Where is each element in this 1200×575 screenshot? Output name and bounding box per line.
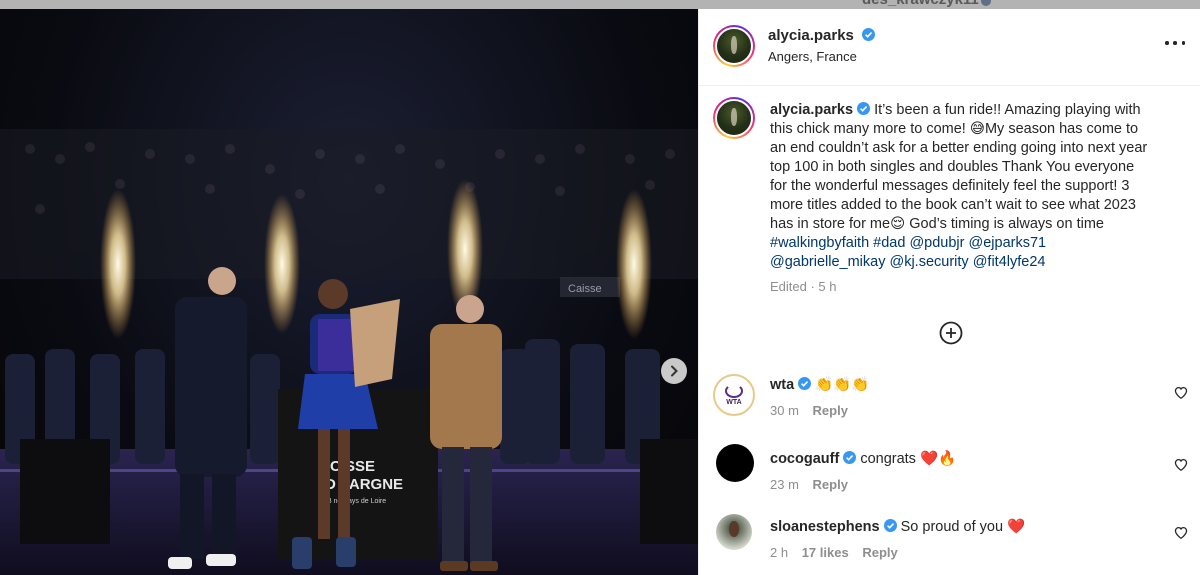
commenter-username[interactable]: wta (770, 377, 794, 393)
post-photo: Caisse C SSE D PARGNE B ne Pays de Loire (0, 9, 698, 575)
photo-scene: Caisse C SSE D PARGNE B ne Pays de Loire (0, 129, 698, 575)
heart-icon[interactable] (1174, 526, 1188, 540)
commenter-username[interactable]: sloanestephens (770, 519, 880, 535)
background-username: des_krawczyk11 (862, 0, 979, 8)
comment-text: 👏👏👏 (815, 377, 870, 393)
podium-banner-line1: C SSE (330, 458, 375, 475)
post-header: alycia.parks Angers, France (699, 9, 1200, 86)
caption-line: more titles added to the book can’t wait… (770, 197, 1136, 213)
post-details-panel: alycia.parks Angers, France alycia.parks… (698, 9, 1200, 575)
arena-sign-text: Caisse (568, 283, 602, 295)
caption-line: It’s been a fun ride!! Amazing playing w… (874, 102, 1141, 118)
author-avatar[interactable] (713, 25, 755, 67)
background-verified-icon (981, 0, 991, 6)
comment-likes-count[interactable]: 17 likes (802, 545, 849, 560)
reply-button[interactable]: Reply (862, 545, 897, 560)
more-options-icon[interactable] (1165, 35, 1185, 51)
caption-author-username[interactable]: alycia.parks (770, 102, 853, 118)
caption-tags[interactable]: @gabrielle_mikay @kj.security @fit4lyfe2… (770, 254, 1045, 270)
reply-button[interactable]: Reply (813, 477, 848, 492)
podium-banner-line3: B ne Pays de Loire (327, 498, 386, 505)
post-location[interactable]: Angers, France (768, 49, 857, 64)
verified-badge-icon (857, 102, 871, 115)
commenter-avatar[interactable] (716, 444, 754, 482)
comment-time: 30 m (770, 403, 799, 418)
podium-banner-line2: D PARGNE (325, 476, 403, 493)
author-username[interactable]: alycia.parks (768, 27, 854, 44)
next-photo-button[interactable] (661, 358, 687, 384)
comment-item: WTA wta 👏👏👏 30 m Reply (699, 370, 1200, 436)
background-strip: des_krawczyk11 (0, 0, 1200, 9)
chevron-right-icon (671, 365, 678, 377)
verified-badge-icon (798, 377, 812, 390)
caption-line: has in store for me😌 God’s timing is alw… (770, 216, 1104, 232)
commenter-avatar[interactable] (716, 514, 752, 550)
comment-text: So proud of you ❤️ (900, 519, 1026, 535)
caption-text: alycia.parks It’s been a fun ride!! Amaz… (770, 101, 1180, 272)
comment-time: 23 m (770, 477, 799, 492)
caption-line: this chick many more to come! 😅My season… (770, 121, 1139, 137)
comment-text: congrats ❤️🔥 (860, 451, 957, 467)
comment-meta: 30 m Reply (770, 403, 858, 418)
caption-tags[interactable]: #walkingbyfaith #dad @pdubjr @ejparks71 (770, 235, 1046, 251)
comment-item: cocogauff congrats ❤️🔥 23 m Reply (699, 440, 1200, 506)
heart-icon[interactable] (1174, 458, 1188, 472)
comment-meta: 2 h 17 likes Reply (770, 545, 908, 560)
comment-meta: 23 m Reply (770, 477, 858, 492)
caption-line: top 100 in both singles and doubles Than… (770, 159, 1135, 175)
add-comment-icon[interactable] (939, 321, 963, 345)
verified-badge-icon (883, 519, 897, 532)
caption-author-avatar[interactable] (713, 97, 755, 139)
commenter-username[interactable]: cocogauff (770, 451, 839, 467)
caption-edited-time: Edited · 5 h (770, 279, 837, 294)
verified-badge-icon (862, 28, 876, 41)
caption-line: for the wonderful messages definitely fe… (770, 178, 1130, 194)
comment-time: 2 h (770, 545, 789, 560)
comment-item: sloanestephens So proud of you ❤️ 2 h 17… (699, 510, 1200, 575)
caption-line: an end couldn’t ask for a better ending … (770, 140, 1148, 156)
wta-avatar-text: WTA (726, 399, 742, 406)
commenter-avatar[interactable]: WTA (713, 374, 755, 416)
verified-badge-icon (843, 451, 857, 464)
wta-logo-icon (725, 384, 743, 398)
reply-button[interactable]: Reply (813, 403, 848, 418)
heart-icon[interactable] (1174, 386, 1188, 400)
